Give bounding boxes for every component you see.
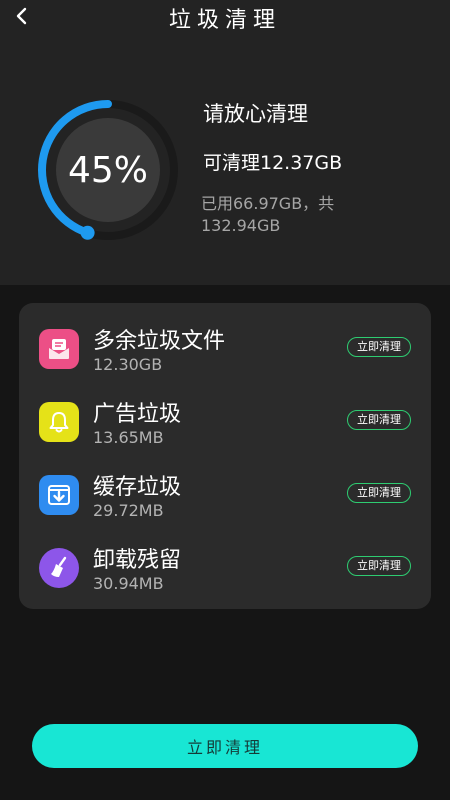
item-name: 广告垃圾	[93, 402, 182, 427]
cleanable-text: 可清理12.37GB	[203, 152, 343, 174]
clean-now-button[interactable]: 立即清理	[347, 410, 411, 430]
item-size: 29.72MB	[93, 501, 164, 520]
clean-now-button[interactable]: 立即清理	[347, 556, 411, 576]
app-root: 垃圾清理 45% 请放心清理 可清理12.37GB 已用66.97GB，共132…	[0, 0, 450, 800]
usage-ring: 45%	[28, 90, 188, 250]
storage-usage-text: 已用66.97GB，共132.94GB	[201, 194, 335, 235]
header-bar: 垃圾清理	[0, 0, 450, 33]
item-name: 缓存垃圾	[93, 475, 182, 500]
item-name: 多余垃圾文件	[93, 329, 226, 354]
clean-now-button[interactable]: 立即清理	[347, 337, 411, 357]
mail-icon	[39, 329, 79, 369]
item-size: 12.30GB	[93, 355, 163, 374]
bell-icon	[39, 402, 79, 442]
headline-text: 请放心清理	[203, 102, 308, 126]
clean-now-button[interactable]: 立即清理	[347, 483, 411, 503]
page-title: 垃圾清理	[168, 8, 281, 33]
item-size: 13.65MB	[93, 428, 164, 447]
summary-panel: 垃圾清理 45% 请放心清理 可清理12.37GB 已用66.97GB，共132…	[0, 0, 450, 285]
list-item-redundant-files: 多余垃圾文件 12.30GB 立即清理	[19, 321, 431, 381]
junk-list-card: 多余垃圾文件 12.30GB 立即清理 广告垃圾 13.65MB 立即清理 缓存…	[19, 303, 431, 609]
item-size: 30.94MB	[93, 574, 164, 593]
list-item-cache-junk: 缓存垃圾 29.72MB 立即清理	[19, 467, 431, 527]
clean-all-button[interactable]: 立即清理	[32, 724, 418, 768]
broom-icon	[39, 548, 79, 588]
download-icon	[39, 475, 79, 515]
usage-percent: 45%	[67, 149, 148, 191]
list-item-uninstall-residue: 卸载残留 30.94MB 立即清理	[19, 540, 431, 600]
list-item-ad-junk: 广告垃圾 13.65MB 立即清理	[19, 394, 431, 454]
item-name: 卸载残留	[93, 548, 182, 573]
